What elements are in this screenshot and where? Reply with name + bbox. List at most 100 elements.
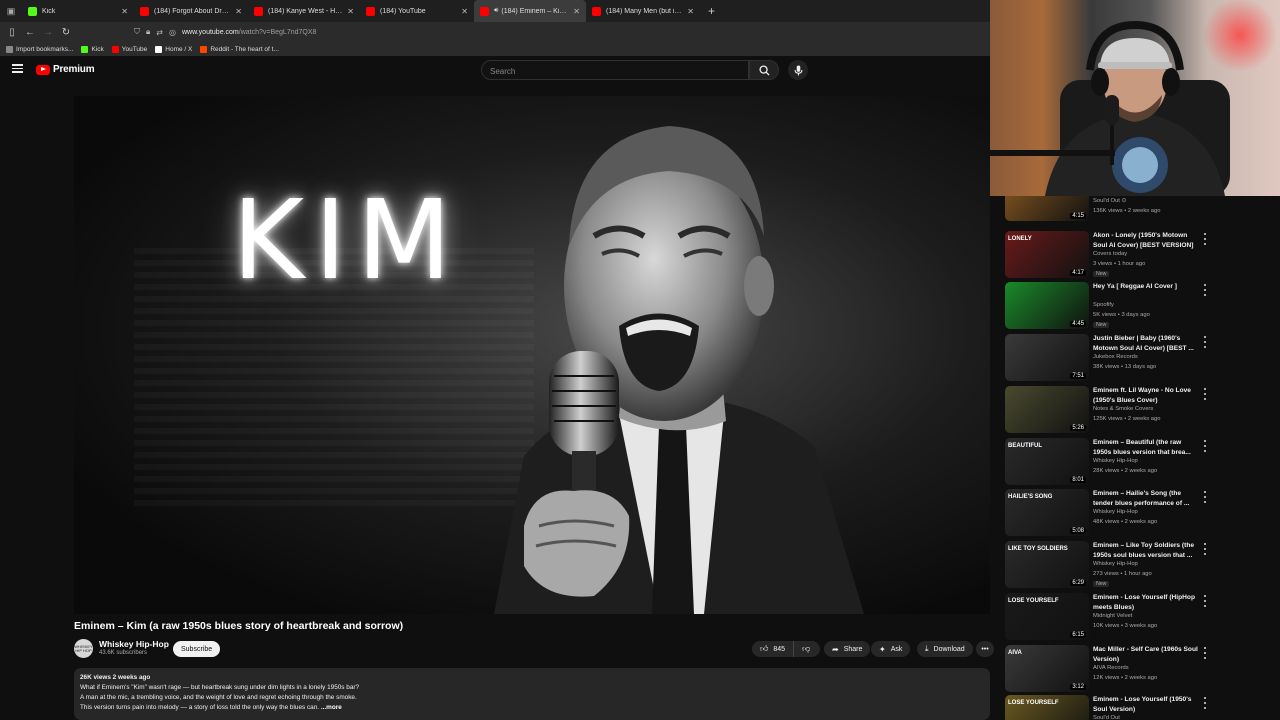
show-more-link[interactable]: ...more xyxy=(321,704,342,711)
bookmark-item[interactable]: Kick xyxy=(81,45,104,53)
recommended-video[interactable]: HAILIE'S SONG 5:08 Eminem – Hailie's Song … xyxy=(1005,489,1275,539)
video-thumbnail[interactable]: LOSE YOURSELF 6:15 xyxy=(1005,593,1089,640)
recommended-video-title[interactable]: Eminem – Like Toy Soldiers (the 1950s so… xyxy=(1093,541,1201,560)
description-box[interactable]: 26K views 2 weeks ago What if Eminem's "… xyxy=(74,668,990,720)
tab-close-icon[interactable]: ✕ xyxy=(461,7,468,16)
thumbnail-text: AIVA xyxy=(1008,650,1022,656)
download-button[interactable]: ⤓ Download xyxy=(917,641,973,657)
recommended-video[interactable]: LONELY 4:17 Akon - Lonely (1950's Motown S… xyxy=(1005,231,1275,281)
recommended-video-title[interactable]: Justin Bieber | Baby (1960's Motown Soul… xyxy=(1093,334,1201,353)
recommended-video-title[interactable]: Eminem ft. Lil Wayne - No Love (1950's B… xyxy=(1093,386,1201,405)
reload-icon[interactable]: ↻ xyxy=(57,23,75,41)
video-thumbnail[interactable]: HAILIE'S SONG 5:08 xyxy=(1005,489,1089,536)
recommended-channel-name[interactable]: Whiskey Hip-Hop xyxy=(1093,509,1138,515)
recommended-video[interactable]: 7:51 Justin Bieber | Baby (1960's Motown … xyxy=(1005,334,1275,384)
browser-tab[interactable]: Kick ✕ xyxy=(22,0,134,22)
bookmark-item[interactable]: Home / X xyxy=(155,45,192,53)
video-thumbnail[interactable]: LIKE TOY SOLDIERS 6:29 xyxy=(1005,541,1089,588)
browser-tab[interactable]: 🔊︎(184) Eminem – Kim (a raw✕ xyxy=(474,0,586,22)
more-vertical-icon[interactable] xyxy=(1201,284,1209,296)
recommended-video-title[interactable]: Eminem – Hailie's Song (the tender blues… xyxy=(1093,489,1201,508)
more-vertical-icon[interactable] xyxy=(1201,440,1209,452)
recommended-channel-name[interactable]: Covers today xyxy=(1093,251,1127,257)
tab-close-icon[interactable]: ✕ xyxy=(347,7,354,16)
tab-actions-icon[interactable]: ▣ xyxy=(0,0,22,22)
recommended-video[interactable]: LIKE TOY SOLDIERS 6:29 Eminem – Like Toy S… xyxy=(1005,541,1275,591)
tab-close-icon[interactable]: ✕ xyxy=(121,7,128,16)
bookmark-item[interactable]: Reddit - The heart of t... xyxy=(200,45,279,53)
more-actions-button[interactable]: ••• xyxy=(976,641,994,657)
browser-tab[interactable]: (184) Many Men (but it's so CO ✕ xyxy=(586,0,700,22)
recommended-video-title[interactable]: Akon - Lonely (1950's Motown Soul AI Cov… xyxy=(1093,231,1201,250)
recommended-video[interactable]: LOSE YOURSELF Eminem - Lose Yourself (195… xyxy=(1005,695,1275,720)
search-input[interactable] xyxy=(482,62,748,81)
recommended-video-title[interactable]: Hey Ya [ Reggae AI Cover ] xyxy=(1093,282,1201,292)
more-vertical-icon[interactable] xyxy=(1201,491,1209,503)
recommended-channel-name[interactable]: Spoofify xyxy=(1093,302,1114,308)
video-player[interactable]: KIM xyxy=(74,96,990,614)
like-button[interactable]: 👍︎ 845 xyxy=(752,641,795,657)
ask-button[interactable]: ✦ Ask xyxy=(871,641,911,657)
share-button[interactable]: ➦ Share xyxy=(824,641,871,657)
browser-tab[interactable]: (184) Kanye West - Heartless (R ✕ xyxy=(248,0,360,22)
menu-icon[interactable] xyxy=(12,64,23,73)
recommended-video[interactable]: BEAUTIFUL 8:01 Eminem – Beautiful (the raw… xyxy=(1005,438,1275,488)
recommended-channel-name[interactable]: Midnight Velvet xyxy=(1093,613,1132,619)
video-thumbnail[interactable]: AIVA 3:12 xyxy=(1005,645,1089,692)
lock-icon[interactable]: 🔒︎ xyxy=(146,27,150,37)
dislike-button[interactable]: 👎︎ xyxy=(794,641,818,657)
more-vertical-icon[interactable] xyxy=(1201,336,1209,348)
bookmark-item[interactable]: Import bookmarks... xyxy=(6,45,73,53)
browser-tab[interactable]: (184) Forgot About Dre - 1950s ✕ xyxy=(134,0,248,22)
recommended-channel-name[interactable]: AIVA Records xyxy=(1093,665,1129,671)
youtube-logo[interactable]: Premium xyxy=(36,64,95,75)
recommended-channel-name[interactable]: Soul'd Out ⊙ xyxy=(1093,198,1126,204)
bookmark-item[interactable]: YouTube xyxy=(111,45,147,53)
recommended-video[interactable]: 5:26 Eminem ft. Lil Wayne - No Love (1950… xyxy=(1005,386,1275,436)
shield-icon[interactable]: ⛉ xyxy=(134,27,140,37)
recommended-video[interactable]: 4:45 Hey Ya [ Reggae AI Cover ] Spoofify 5K… xyxy=(1005,282,1275,332)
recommended-channel-name[interactable]: Notes & Smoke Covers xyxy=(1093,406,1153,412)
recommended-video-title[interactable]: Eminem – Beautiful (the raw 1950s blues … xyxy=(1093,438,1201,457)
voice-search-button[interactable] xyxy=(788,60,808,80)
recommended-channel-name[interactable]: Soul'd Out xyxy=(1093,715,1120,720)
video-thumbnail[interactable]: LOSE YOURSELF xyxy=(1005,695,1089,720)
tab-close-icon[interactable]: ✕ xyxy=(235,7,242,16)
video-thumbnail[interactable]: 4:45 xyxy=(1005,282,1089,329)
video-thumbnail[interactable]: 4:15 xyxy=(1005,196,1089,221)
subscribe-button[interactable]: Subscribe xyxy=(173,641,221,657)
permissions-icon[interactable]: ⇄ xyxy=(156,28,163,37)
recommended-video[interactable]: LOSE YOURSELF 6:15 Eminem - Lose Yourself … xyxy=(1005,593,1275,643)
tab-audio-icon[interactable]: 🔊︎ xyxy=(494,7,498,15)
browser-tab-bar: ▣ Kick✕(184) Forgot About Dre - 1950s✕(1… xyxy=(0,0,990,22)
forward-icon[interactable]: → xyxy=(39,23,57,41)
channel-avatar[interactable]: WHISKEY HIP HOP xyxy=(74,639,93,658)
more-vertical-icon[interactable] xyxy=(1201,388,1209,400)
channel-name[interactable]: Whiskey Hip-Hop xyxy=(99,639,169,649)
tab-close-icon[interactable]: ✕ xyxy=(687,7,694,16)
browser-tab[interactable]: (184) YouTube ✕ xyxy=(360,0,474,22)
more-vertical-icon[interactable] xyxy=(1201,647,1209,659)
video-thumbnail[interactable]: LONELY 4:17 xyxy=(1005,231,1089,278)
recommended-video[interactable]: AIVA 3:12 Mac Miller - Self Care (1960s So… xyxy=(1005,645,1275,695)
new-tab-button[interactable]: + xyxy=(708,4,715,18)
recommended-channel-name[interactable]: Jukebox Records xyxy=(1093,354,1138,360)
video-thumbnail[interactable]: 7:51 xyxy=(1005,334,1089,381)
sidebar-toggle-icon[interactable]: ▯ xyxy=(3,23,21,41)
more-vertical-icon[interactable] xyxy=(1201,697,1209,709)
recommended-video-title[interactable]: Eminem - Lose Yourself (HipHop meets Blu… xyxy=(1093,593,1201,612)
video-thumbnail[interactable]: 5:26 xyxy=(1005,386,1089,433)
more-vertical-icon[interactable] xyxy=(1201,543,1209,555)
url-field[interactable]: ⛉ 🔒︎ ⇄ ◎ www.youtube.com/watch?v=BegL7nd… xyxy=(134,25,986,39)
video-thumbnail[interactable]: BEAUTIFUL 8:01 xyxy=(1005,438,1089,485)
recommended-channel-name[interactable]: Whiskey Hip-Hop xyxy=(1093,458,1138,464)
recommended-video-title[interactable]: Eminem - Lose Yourself (1950's Soul Vers… xyxy=(1093,695,1201,714)
more-vertical-icon[interactable] xyxy=(1201,233,1209,245)
more-vertical-icon[interactable] xyxy=(1201,595,1209,607)
tracking-icon[interactable]: ◎ xyxy=(169,28,176,37)
recommended-channel-name[interactable]: Whiskey Hip-Hop xyxy=(1093,561,1138,567)
tab-close-icon[interactable]: ✕ xyxy=(573,7,580,16)
recommended-video-title[interactable]: Mac Miller - Self Care (1960s Soul Versi… xyxy=(1093,645,1201,664)
search-button[interactable] xyxy=(749,60,779,80)
back-icon[interactable]: ← xyxy=(21,23,39,41)
